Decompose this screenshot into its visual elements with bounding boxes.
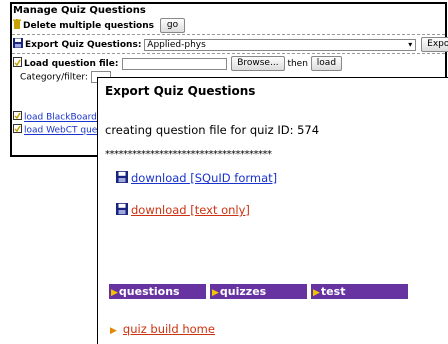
load-row: Load question file: Browse... then load (13, 56, 343, 71)
nav-test-label: test (320, 285, 346, 298)
nav-quizzes-button[interactable]: ▶quizzes (210, 284, 307, 299)
file-path-input[interactable] (122, 57, 228, 70)
quiz-build-home-label[interactable]: quiz build home (123, 322, 215, 336)
download-squid-label[interactable]: download [SQuID format] (131, 171, 277, 185)
go-button[interactable]: go (159, 18, 186, 33)
then-text: then (287, 59, 308, 69)
trash-icon (13, 19, 21, 32)
download-text-label[interactable]: download [text only] (131, 203, 250, 217)
delete-row: Delete multiple questions go (13, 18, 186, 33)
divider (12, 53, 445, 54)
triangle-right-icon: ▶ (313, 288, 320, 298)
export-popup: Export Quiz Questions creating question … (97, 77, 448, 344)
delete-label: Delete multiple questions (23, 21, 154, 31)
load-file-icon (13, 57, 22, 70)
triangle-right-icon: ▶ (212, 288, 219, 298)
webct-row: load WebCT quest (13, 124, 106, 136)
divider (12, 34, 445, 35)
nav-questions-label: questions (118, 285, 180, 298)
export-status-message: creating question file for quiz ID: 574 (105, 123, 320, 137)
download-squid-link[interactable]: download [SQuID format] (116, 171, 277, 186)
quiz-build-home-link[interactable]: ▶ quiz build home (110, 322, 215, 336)
chevron-down-icon: ▾ (408, 39, 413, 49)
nav-questions-button[interactable]: ▶questions (109, 284, 206, 299)
popup-title: Export Quiz Questions (105, 84, 256, 98)
floppy-disk-icon (116, 171, 128, 186)
triangle-right-icon: ▶ (110, 326, 117, 336)
browse-button[interactable]: Browse... (231, 56, 285, 71)
load-file-icon (13, 124, 22, 136)
floppy-disk-icon (116, 203, 128, 218)
load-webct-link[interactable]: load WebCT quest (24, 126, 106, 136)
export-row: Export Quiz Questions: Applied-phys ▾ Ex… (13, 37, 448, 52)
nav-test-button[interactable]: ▶test (311, 284, 408, 299)
blackboard-row: load BlackBoard/ Q (13, 111, 110, 123)
category-label: Category/filter: (20, 72, 88, 83)
nav-quizzes-label: quizzes (219, 285, 267, 298)
download-text-link[interactable]: download [text only] (116, 203, 250, 218)
separator-stars: ************************************* (105, 149, 272, 160)
export-select-value: Applied-phys (147, 39, 206, 50)
load-button[interactable]: load (310, 56, 343, 71)
export-button[interactable]: Export (421, 37, 448, 52)
floppy-disk-icon (13, 38, 23, 51)
export-quiz-select[interactable]: Applied-phys ▾ (144, 38, 417, 51)
export-label: Export Quiz Questions: (25, 40, 142, 50)
load-file-icon (13, 111, 22, 123)
load-label: Load question file: (24, 59, 119, 69)
manage-title: Manage Quiz Questions (13, 5, 146, 16)
triangle-right-icon: ▶ (111, 288, 118, 298)
